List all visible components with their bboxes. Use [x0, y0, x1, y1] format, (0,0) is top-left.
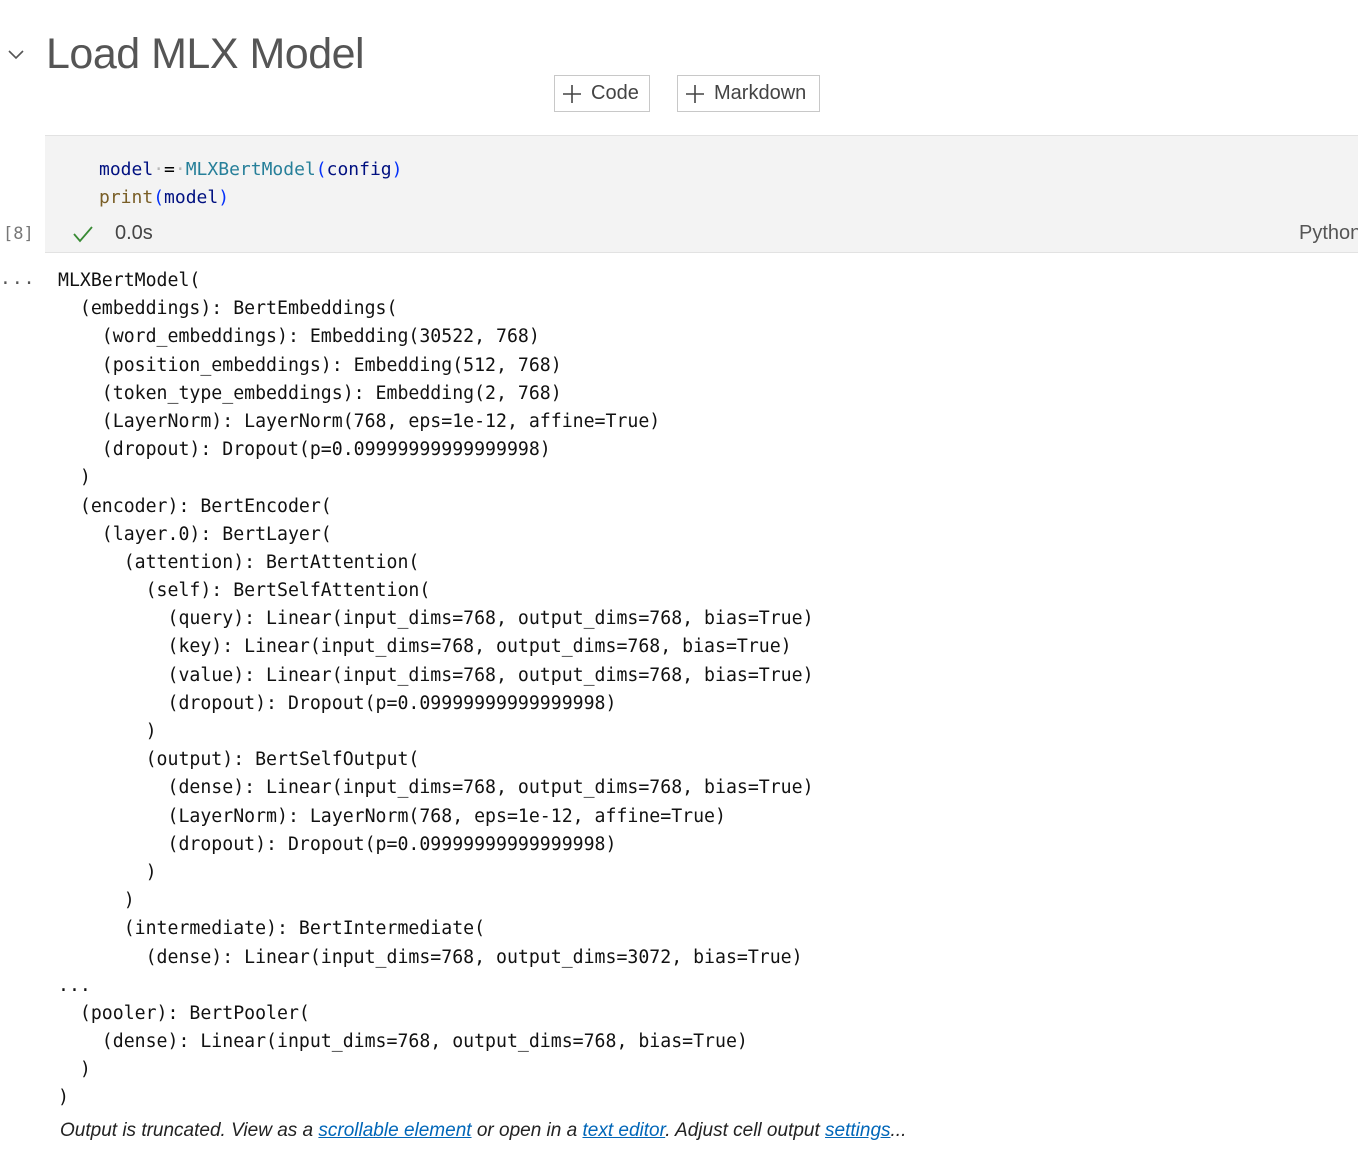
output-line: (dense): Linear(input_dims=768, output_d…: [58, 946, 803, 968]
code-cell[interactable]: model·=·MLXBertModel(config) print(model): [45, 135, 1358, 253]
code-token: ): [391, 159, 403, 180]
output-line: ...: [58, 974, 91, 996]
output-line: (embeddings): BertEmbeddings(: [58, 298, 398, 320]
output-line: (dense): Linear(input_dims=768, output_d…: [58, 777, 814, 799]
output-line: (layer.0): BertLayer(: [58, 523, 332, 545]
plus-icon: [686, 84, 704, 103]
output-line: (pooler): BertPooler(: [58, 1002, 310, 1024]
kernel-language-button[interactable]: Python: [1299, 222, 1358, 245]
code-token: ·: [153, 159, 165, 180]
output-line: ): [58, 721, 157, 742]
execution-time: 0.0s: [115, 222, 153, 244]
text-editor-link[interactable]: text editor: [582, 1120, 665, 1141]
truncation-text: . Adjust cell output: [665, 1120, 826, 1141]
output-line: ): [58, 890, 135, 912]
output-line: ): [58, 467, 91, 489]
output-line: (self): BertSelfAttention(: [58, 580, 431, 602]
output-line: (query): Linear(input_dims=768, output_d…: [58, 608, 814, 630]
code-token: ): [218, 187, 230, 208]
code-token: model: [99, 159, 154, 180]
chevron-down-icon[interactable]: [6, 44, 26, 64]
output-line: (output): BertSelfOutput(: [58, 749, 420, 771]
output-line: (dropout): Dropout(p=0.09999999999999998…: [58, 439, 551, 461]
cell-output: MLXBertModel( (embeddings): BertEmbeddin…: [58, 267, 814, 1113]
code-token: MLXBertModel: [185, 159, 316, 180]
output-line: (encoder): BertEncoder(: [58, 495, 332, 517]
truncation-text: or open in a: [471, 1120, 583, 1141]
output-more-actions-button[interactable]: ...: [0, 268, 36, 289]
output-line: (token_type_embeddings): Embedding(2, 76…: [58, 382, 562, 404]
check-icon: [73, 226, 93, 243]
output-line: ): [58, 861, 157, 883]
output-line: MLXBertModel(: [58, 270, 201, 291]
output-line: (LayerNorm): LayerNorm(768, eps=1e-12, a…: [58, 805, 726, 827]
output-line: ): [58, 1087, 69, 1109]
code-token: =: [164, 159, 175, 180]
notebook-page: Load MLX Model Code Markdown model·=·MLX…: [0, 0, 1358, 1165]
code-editor[interactable]: model·=·MLXBertModel(config) print(model): [99, 156, 402, 212]
output-line: ): [58, 1059, 91, 1081]
output-line: (position_embeddings): Embedding(512, 76…: [58, 354, 562, 376]
code-token: (: [315, 159, 327, 180]
output-line: (dropout): Dropout(p=0.09999999999999998…: [58, 692, 617, 714]
code-token: print: [99, 187, 154, 208]
output-line: (word_embeddings): Embedding(30522, 768): [58, 326, 540, 348]
code-line: model·=·MLXBertModel(config): [99, 156, 402, 184]
execution-count: [8]: [3, 224, 34, 244]
truncation-text: ...: [890, 1120, 907, 1141]
output-line: (dense): Linear(input_dims=768, output_d…: [58, 1031, 748, 1053]
code-token: ·: [174, 159, 186, 180]
add-markdown-cell-button[interactable]: Markdown: [677, 75, 820, 112]
output-settings-link[interactable]: settings: [825, 1120, 890, 1141]
output-line: (attention): BertAttention(: [58, 551, 420, 573]
section-heading: Load MLX Model: [46, 30, 365, 78]
scrollable-element-link[interactable]: scrollable element: [318, 1120, 471, 1141]
add-code-cell-button[interactable]: Code: [554, 75, 650, 112]
truncation-text: Output is truncated. View as a: [60, 1120, 319, 1141]
add-code-label: Code: [591, 82, 639, 104]
output-line: (intermediate): BertIntermediate(: [58, 918, 486, 940]
code-token: model: [164, 187, 219, 208]
output-line: (dropout): Dropout(p=0.09999999999999998…: [58, 833, 617, 855]
output-line: (LayerNorm): LayerNorm(768, eps=1e-12, a…: [58, 410, 661, 432]
add-markdown-label: Markdown: [714, 82, 807, 104]
code-token: (: [153, 187, 165, 208]
code-line: print(model): [99, 184, 402, 212]
output-line: (key): Linear(input_dims=768, output_dim…: [58, 636, 792, 658]
plus-icon: [563, 84, 581, 103]
truncation-notice: Output is truncated. View as a scrollabl…: [60, 1120, 906, 1142]
code-token: config: [326, 159, 392, 180]
output-line: (value): Linear(input_dims=768, output_d…: [58, 664, 814, 686]
